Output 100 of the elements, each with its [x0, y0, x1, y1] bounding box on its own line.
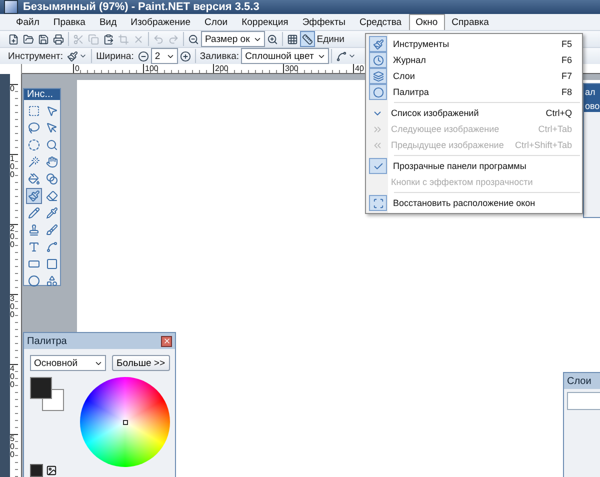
window-title: Палитра	[27, 336, 67, 346]
color-swatches[interactable]	[30, 377, 64, 411]
tool-button[interactable]	[26, 188, 42, 204]
menu-item[interactable]: Файл	[9, 14, 46, 30]
menu-item[interactable]: Справка	[444, 14, 496, 30]
stamp-icon	[28, 224, 40, 236]
zoom-out-icon	[188, 34, 199, 44]
tool-button[interactable]	[44, 239, 60, 255]
folder-icon	[23, 34, 34, 44]
menu-item[interactable]: Коррекция	[234, 14, 296, 30]
rectangle-icon	[28, 258, 40, 270]
crop-icon	[118, 34, 129, 44]
dropdown-field[interactable]: Сплошной цвет	[241, 48, 329, 64]
ruler-corner	[0, 64, 22, 74]
plus-icon	[180, 50, 191, 62]
pointer-outline-icon	[46, 122, 58, 134]
tool-button[interactable]	[44, 256, 60, 272]
tool-button[interactable]	[26, 171, 42, 187]
tool-button[interactable]	[44, 171, 60, 187]
vertical-ruler: 0 100 200 300 400 500	[0, 74, 22, 477]
tool-button[interactable]	[44, 222, 60, 238]
cut-icon	[73, 34, 84, 44]
app-icon	[4, 0, 18, 14]
layers-icon	[372, 70, 384, 82]
window-title: Инс...	[27, 89, 54, 100]
image-icon[interactable]	[46, 465, 57, 476]
pointer-icon	[46, 105, 58, 117]
rounded-square-icon	[46, 258, 58, 270]
close-button[interactable]	[161, 336, 172, 346]
redo-icon	[168, 34, 179, 44]
tool-button[interactable]	[44, 188, 60, 204]
toolbar-label: Инструмент:	[7, 50, 64, 62]
paint-bucket-icon	[28, 173, 40, 185]
paintbrush-icon	[372, 38, 384, 50]
deselect-icon	[133, 34, 144, 44]
brush-icon	[46, 224, 58, 236]
clock-icon	[372, 54, 384, 66]
shapes-icon	[46, 275, 58, 287]
tool-button[interactable]	[26, 273, 42, 289]
menu-entry[interactable]: Восстановить расположение окон	[368, 195, 580, 211]
tool-button[interactable]	[26, 103, 42, 119]
curve-icon	[336, 50, 347, 62]
tool-button[interactable]	[44, 273, 60, 289]
paintbrush-icon	[67, 50, 78, 62]
tool-button[interactable]	[44, 205, 60, 221]
minus-icon	[138, 50, 149, 62]
lasso-icon	[28, 122, 40, 134]
dropdown-field[interactable]: Основной	[30, 355, 106, 371]
tool-button[interactable]	[26, 205, 42, 221]
more-button[interactable]: Больше >>	[112, 355, 170, 371]
magnifier-icon	[46, 139, 58, 151]
new-file-icon	[8, 34, 19, 44]
grid-icon	[286, 34, 298, 44]
ellipse-icon	[28, 275, 40, 287]
menu-item[interactable]: Вид	[92, 14, 124, 30]
dashed-circle-icon	[28, 139, 40, 151]
menu-item[interactable]: Правка	[46, 14, 92, 30]
menu-item[interactable]: Окно	[408, 14, 445, 30]
menu-item[interactable]: Слои	[197, 14, 235, 30]
window-title: Безымянный (97%) - Paint.NET версия 3.5.3	[23, 1, 260, 13]
tool-button[interactable]	[26, 154, 42, 170]
tool-button[interactable]	[26, 137, 42, 153]
check-icon	[372, 160, 384, 172]
color-circle-icon	[372, 86, 384, 98]
pencil-icon	[28, 207, 40, 219]
print-icon	[53, 34, 64, 44]
dropdown-field[interactable]: Размер ок	[201, 31, 265, 47]
text-icon	[28, 241, 40, 253]
menu-entry[interactable]: Палитра F8	[368, 84, 580, 100]
paste-icon	[103, 34, 114, 44]
toolbar-label: Заливка:	[198, 50, 240, 62]
layer-row[interactable]	[567, 392, 600, 410]
scan-frame-icon	[372, 198, 384, 208]
eraser-icon	[46, 190, 58, 202]
dashed-square-icon	[28, 105, 40, 117]
menu-item[interactable]: Средства	[352, 14, 409, 30]
ruler-button[interactable]	[300, 31, 315, 47]
menu-item[interactable]: Изображение	[124, 14, 198, 30]
curve-icon	[46, 241, 58, 253]
magic-wand-icon	[28, 156, 40, 168]
swatch-icon[interactable]	[30, 464, 43, 477]
history-item[interactable]: ово	[584, 100, 600, 112]
window-title: Слои	[567, 376, 592, 386]
zoom-in-icon	[266, 34, 278, 44]
chevrons-right-icon	[372, 124, 382, 134]
copy-icon	[88, 34, 99, 44]
ruler-icon	[302, 34, 313, 44]
tool-button[interactable]	[44, 154, 60, 170]
caret-icon	[348, 52, 356, 60]
menu-item[interactable]: Эффекты	[295, 14, 352, 30]
tool-button[interactable]	[44, 137, 60, 153]
caret-icon	[79, 52, 88, 60]
menu-entry[interactable]: Список изображений Ctrl+Q	[368, 105, 580, 121]
menu-entry[interactable]: Прозрачные панели программы	[368, 158, 580, 174]
toolbar-label: Ширина:	[95, 50, 135, 62]
undo-icon	[153, 34, 164, 44]
menu-entry[interactable]: Инструменты F5	[368, 36, 580, 52]
dropdown-field[interactable]: 2	[150, 48, 178, 64]
pipette-icon	[46, 207, 58, 219]
tool-button[interactable]	[26, 120, 42, 136]
